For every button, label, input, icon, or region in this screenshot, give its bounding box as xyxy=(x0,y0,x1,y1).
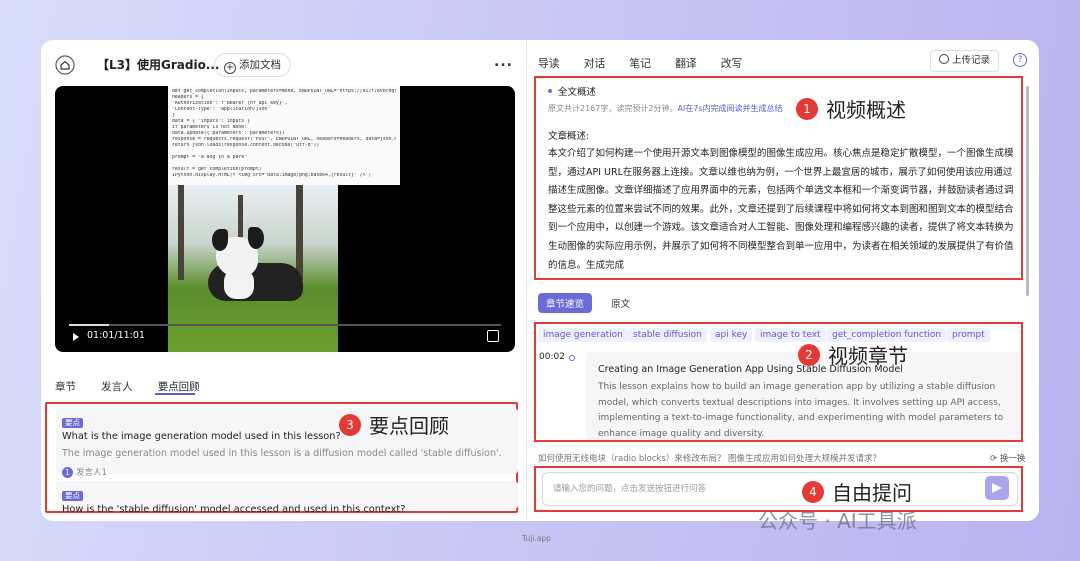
tab-chapters[interactable]: 章节 xyxy=(55,379,76,394)
summary-scrollbar[interactable] xyxy=(1026,86,1029,296)
annotation-overview: 1 视频概述 xyxy=(796,94,906,123)
code-line: def get_completion(inputs, parameters=No… xyxy=(172,89,396,94)
summary-body: 本文介绍了如何构建一个使用开源文本到图像模型的图像生成应用。核心焦点是稳定扩散模… xyxy=(548,148,1014,271)
tree-trunk xyxy=(296,185,303,280)
fullscreen-icon[interactable] xyxy=(487,330,499,342)
refresh-suggestions-button[interactable]: ⟳ 换一换 xyxy=(990,452,1025,464)
annotation-chapters: 2 视频章节 xyxy=(798,340,908,369)
footer-label: Tuji.app xyxy=(522,534,551,543)
video-player[interactable]: def get_completion(inputs, parameters=No… xyxy=(55,86,515,352)
keyword-tag[interactable]: api key xyxy=(710,328,753,342)
video-progress-bar[interactable] xyxy=(69,324,501,326)
upload-record-button[interactable]: 上传记录 xyxy=(930,50,1000,72)
left-panel: 【L3】使用Gradio... + 添加文档 ... def get_comple… xyxy=(41,40,527,521)
key-point-tag: 要点 xyxy=(62,491,83,501)
chapter-tabs: 章节速览 原文 xyxy=(538,292,644,313)
summary-section: 全文概述 原文共计2167字，读完预计2分钟。AI在7s内完成阅读并生成总结 文… xyxy=(534,76,1023,280)
doc-title: 【L3】使用Gradio... xyxy=(97,58,220,72)
refresh-icon: ⟳ xyxy=(990,454,1000,464)
tab-guide[interactable]: 导读 xyxy=(538,55,560,71)
add-doc-button[interactable]: + 添加文档 xyxy=(214,53,291,77)
key-point-speaker: 1 发言人1 xyxy=(62,466,512,478)
annotation-number: 1 xyxy=(796,97,818,120)
tab-rewrite[interactable]: 改写 xyxy=(721,55,743,71)
annotation-text: 视频概述 xyxy=(826,98,906,122)
tab-original-text[interactable]: 原文 xyxy=(603,293,638,313)
key-point-answer: The image generation model used in this … xyxy=(62,448,502,459)
speaker-label: 发言人1 xyxy=(76,468,107,478)
summary-heading: 全文概述 xyxy=(548,84,596,98)
app-window: 【L3】使用Gradio... + 添加文档 ... def get_comple… xyxy=(41,40,1039,521)
annotation-text: 视频章节 xyxy=(828,344,908,368)
left-header: 【L3】使用Gradio... + 添加文档 ... xyxy=(41,52,527,78)
tab-chapter-overview[interactable]: 章节速览 xyxy=(538,293,593,313)
chapter-description: This lesson explains how to build an ima… xyxy=(598,382,1004,439)
upload-record-label: 上传记录 xyxy=(952,55,991,66)
right-tabs: 导读 对话 笔记 翻译 改写 xyxy=(538,52,761,72)
help-icon[interactable]: ? xyxy=(1013,53,1027,67)
key-point-item[interactable]: 要点 How is the 'stable diffusion' model a… xyxy=(56,481,518,515)
speaker-number: 1 xyxy=(62,467,73,478)
key-point-tag: 要点 xyxy=(62,418,83,428)
send-icon[interactable] xyxy=(985,476,1009,500)
summary-label: 文章概述: xyxy=(548,131,590,142)
annotation-key-points: 3 要点回顾 xyxy=(339,410,449,439)
keyword-tag[interactable]: prompt xyxy=(947,328,990,342)
tree-trunk xyxy=(178,185,184,280)
video-progress-fill xyxy=(69,324,109,326)
question-input[interactable]: 请输入您的问题，点击发送按钮进行问答 xyxy=(542,472,1018,506)
chapters-section: image generation stable diffusion api ke… xyxy=(534,322,1023,442)
annotation-text: 自由提问 xyxy=(832,481,912,505)
summary-meta-text: 原文共计2167字，读完预计2分钟。 xyxy=(548,104,678,113)
dog-image xyxy=(168,185,338,352)
left-tabs: 章节 发言人 要点回顾 xyxy=(55,375,220,395)
annotation-number: 2 xyxy=(798,343,820,366)
tab-dialogue[interactable]: 对话 xyxy=(584,55,606,71)
key-point-question: How is the 'stable diffusion' model acce… xyxy=(62,504,406,515)
video-code-frame: def get_completion(inputs, parameters=No… xyxy=(168,86,400,185)
summary-meta: 原文共计2167字，读完预计2分钟。AI在7s内完成阅读并生成总结 xyxy=(548,103,783,114)
timeline-dot-icon xyxy=(569,355,575,361)
annotation-text: 要点回顾 xyxy=(369,414,449,438)
watermark: 公众号 · AI工具派 xyxy=(758,509,917,533)
code-line: IPython.display.HTML(f'<img src="data:im… xyxy=(172,173,372,178)
add-doc-label: 添加文档 xyxy=(239,59,281,71)
summary-meta-link[interactable]: AI在7s内完成阅读并生成总结 xyxy=(677,104,782,113)
plus-icon: + xyxy=(224,62,236,74)
tab-key-points[interactable]: 要点回顾 xyxy=(158,379,200,394)
dog-ear xyxy=(248,227,264,249)
annotation-number: 4 xyxy=(802,480,824,503)
refresh-label: 换一换 xyxy=(999,454,1026,464)
home-icon[interactable] xyxy=(55,55,75,75)
tab-speakers[interactable]: 发言人 xyxy=(101,379,133,394)
video-time: 01:01/11:01 xyxy=(87,330,145,341)
clock-icon xyxy=(939,54,949,64)
chapter-time[interactable]: 00:02 xyxy=(539,352,565,362)
annotation-question: 4 自由提问 xyxy=(802,477,912,506)
play-icon[interactable] xyxy=(73,333,79,341)
keyword-tag[interactable]: stable diffusion xyxy=(628,328,707,342)
dog-ear xyxy=(212,229,228,251)
tab-notes[interactable]: 笔记 xyxy=(629,55,651,71)
more-menu-button[interactable]: ... xyxy=(494,54,513,70)
tab-translate[interactable]: 翻译 xyxy=(675,55,697,71)
keyword-tag[interactable]: image generation xyxy=(538,328,628,342)
suggested-questions[interactable]: 如何使用无线电块（radio blocks）来修改布局？ 图像生成应用如何处理大… xyxy=(538,452,881,464)
right-panel: 导读 对话 笔记 翻译 改写 上传记录 ? 全文概述 原文共计2167字，读完预… xyxy=(528,40,1039,521)
annotation-number: 3 xyxy=(339,413,361,436)
active-tab-indicator xyxy=(155,393,195,395)
